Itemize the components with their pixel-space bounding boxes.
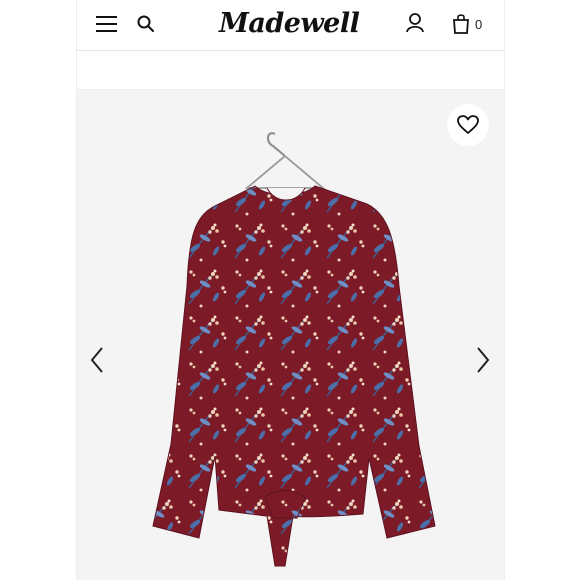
brand-logo[interactable]: Madewell (219, 5, 360, 43)
secondary-bar (77, 51, 504, 90)
floral-print-tie-front-blouse-image (152, 132, 436, 567)
app-frame: Madewell 0 (77, 0, 504, 580)
account-icon[interactable] (405, 12, 425, 34)
product-gallery (77, 90, 504, 580)
top-navigation-bar: Madewell 0 (77, 0, 504, 51)
chevron-left-icon[interactable] (89, 346, 105, 374)
heart-icon (457, 115, 479, 134)
chevron-right-icon[interactable] (475, 346, 491, 374)
bag-count: 0 (475, 17, 483, 32)
menu-icon[interactable] (95, 14, 119, 34)
search-icon[interactable] (136, 14, 156, 34)
bag-icon[interactable] (452, 13, 470, 35)
